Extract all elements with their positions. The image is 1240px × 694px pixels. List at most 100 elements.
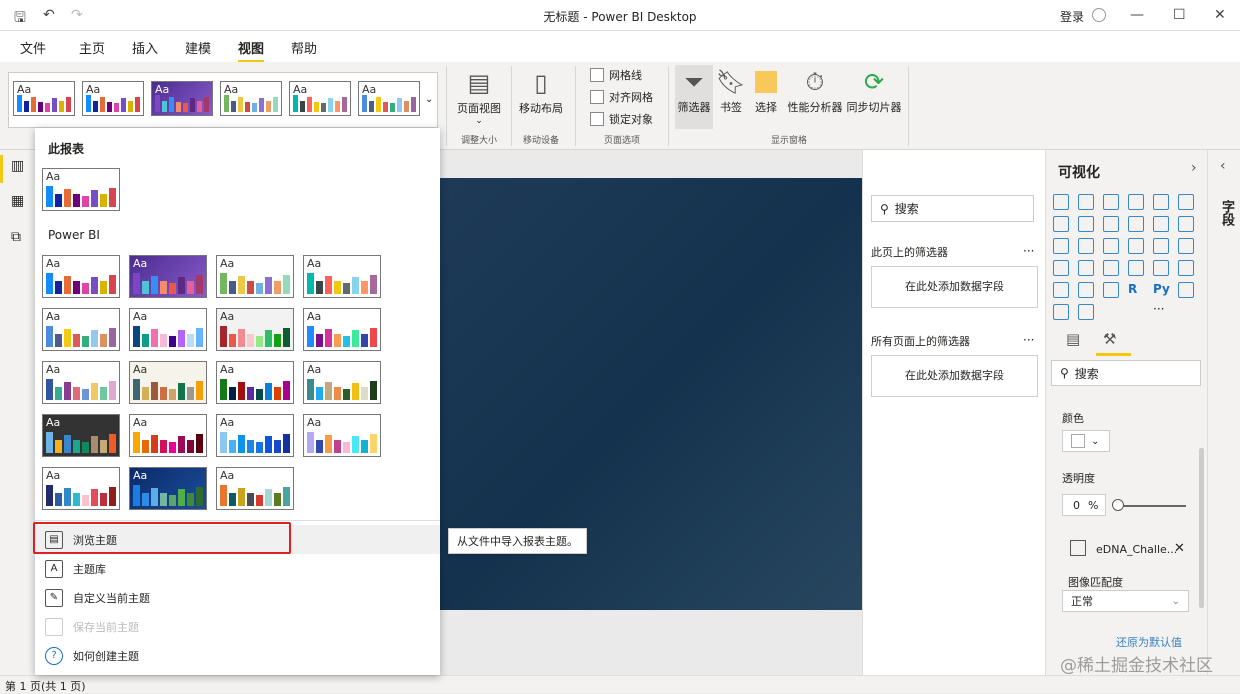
powerbi-theme[interactable]: Aa [216, 361, 294, 404]
sync-slicers-button[interactable]: ⟳ 同步切片器 [845, 65, 903, 115]
performance-analyzer-button[interactable]: ⏱ 性能分析器 [786, 65, 844, 115]
visual-type-icon[interactable] [1053, 238, 1069, 254]
report-view-icon[interactable]: ▥ [11, 158, 24, 174]
powerbi-theme[interactable]: Aa [42, 255, 120, 298]
visual-type-icon[interactable] [1153, 260, 1169, 276]
powerbi-theme[interactable]: Aa [42, 361, 120, 404]
current-report-theme[interactable]: Aa [42, 168, 120, 211]
powerbi-theme[interactable]: Aa [42, 467, 120, 510]
gallery-theme[interactable]: Aa [82, 81, 144, 116]
visual-type-icon[interactable] [1128, 238, 1144, 254]
scrollbar[interactable] [1199, 448, 1204, 608]
visual-type-icon[interactable] [1078, 216, 1094, 232]
gallery-theme[interactable]: Aa [358, 81, 420, 116]
visual-type-icon[interactable] [1128, 260, 1144, 276]
bookmarks-button[interactable]: 🔖︎ 书签 [716, 65, 746, 115]
visual-type-icon[interactable] [1153, 238, 1169, 254]
powerbi-theme[interactable]: Aa [216, 255, 294, 298]
powerbi-theme[interactable]: Aa [216, 414, 294, 457]
visual-type-icon[interactable] [1178, 282, 1194, 298]
theme-gallery[interactable]: Aa Aa Aa Aa Aa Aa [8, 72, 438, 128]
gallery-theme[interactable]: Aa [13, 81, 75, 116]
maximize-button[interactable]: ☐ [1173, 7, 1186, 23]
powerbi-theme[interactable]: Aa [129, 308, 207, 351]
more-visuals-icon[interactable]: ··· [1153, 302, 1164, 316]
close-button[interactable]: ✕ [1214, 7, 1226, 23]
customize-theme-item[interactable]: ✎ 自定义当前主题 [35, 583, 440, 612]
visual-type-icon[interactable] [1078, 282, 1094, 298]
visual-type-icon[interactable]: Py [1153, 282, 1170, 298]
visual-type-icon[interactable] [1103, 216, 1119, 232]
powerbi-theme[interactable]: Aa [129, 255, 207, 298]
visual-type-icon[interactable] [1078, 238, 1094, 254]
visual-type-icon[interactable] [1103, 238, 1119, 254]
visual-type-icon[interactable] [1103, 282, 1119, 298]
visual-type-icon[interactable]: R [1128, 282, 1144, 298]
visual-type-icon[interactable] [1153, 194, 1169, 210]
mobile-layout-button[interactable]: ▯ 移动布局 [515, 66, 567, 116]
drop-field-zone[interactable]: 在此处添加数据字段 [871, 266, 1038, 308]
tab-view[interactable]: 视图 [238, 38, 265, 63]
powerbi-theme[interactable]: Aa [129, 467, 207, 510]
visual-type-icon[interactable] [1053, 282, 1069, 298]
gallery-theme[interactable]: Aa [220, 81, 282, 116]
gallery-theme[interactable]: Aa [289, 81, 351, 116]
color-picker[interactable]: ⌄ [1062, 430, 1110, 452]
powerbi-theme[interactable]: Aa [303, 255, 381, 298]
format-paintroller-icon[interactable]: ⚒ [1103, 330, 1116, 348]
avatar[interactable] [1092, 8, 1106, 22]
minimize-button[interactable]: — [1130, 7, 1144, 23]
gallery-theme[interactable]: Aa [151, 81, 213, 116]
more-icon[interactable]: ··· [1023, 244, 1034, 258]
visual-type-icon[interactable] [1103, 260, 1119, 276]
tab-insert[interactable]: 插入 [132, 38, 158, 57]
login-button[interactable]: 登录 [1060, 8, 1084, 25]
visual-type-icon[interactable] [1053, 304, 1069, 320]
powerbi-theme[interactable]: Aa [129, 361, 207, 404]
tab-modeling[interactable]: 建模 [185, 38, 211, 57]
fields-pane-collapsed[interactable]: ‹ 字段 [1207, 150, 1240, 675]
visual-type-icon[interactable] [1153, 216, 1169, 232]
model-view-icon[interactable]: ⧉ [11, 229, 21, 245]
filters-pane-button[interactable]: ⏷ 筛选器 [675, 65, 713, 129]
visual-type-icon[interactable] [1078, 260, 1094, 276]
visual-type-icon[interactable] [1053, 216, 1069, 232]
visual-type-icon[interactable] [1128, 216, 1144, 232]
powerbi-theme[interactable]: Aa [303, 361, 381, 404]
transparency-input[interactable]: 0% [1062, 494, 1106, 516]
slider-thumb[interactable] [1112, 499, 1124, 511]
visual-type-icon[interactable] [1178, 216, 1194, 232]
tab-file[interactable]: 文件 [20, 38, 46, 57]
powerbi-theme[interactable]: Aa [216, 467, 294, 510]
tab-home[interactable]: 主页 [79, 38, 105, 57]
powerbi-theme[interactable]: Aa [303, 414, 381, 457]
selection-button[interactable]: 选择 [750, 65, 782, 115]
gridlines-checkbox[interactable]: 网格线 [590, 67, 642, 83]
fields-well-icon[interactable]: ▤ [1066, 330, 1080, 348]
visual-type-icon[interactable] [1178, 194, 1194, 210]
visual-type-icon[interactable] [1078, 304, 1094, 320]
powerbi-theme[interactable]: Aa [42, 308, 120, 351]
snap-grid-checkbox[interactable]: 对齐网格 [590, 89, 653, 105]
theme-gallery-item[interactable]: A 主题库 [35, 554, 440, 583]
how-to-create-theme-item[interactable]: ? 如何创建主题 [35, 641, 440, 670]
expand-chevron-icon[interactable]: ‹ [1220, 158, 1226, 174]
visual-type-icon[interactable] [1078, 194, 1094, 210]
powerbi-theme[interactable]: Aa [42, 414, 120, 457]
page-view-button[interactable]: ▤ 页面视图 ⌄ [452, 66, 506, 126]
remove-image-icon[interactable]: ✕ [1174, 541, 1185, 556]
powerbi-theme[interactable]: Aa [129, 414, 207, 457]
data-view-icon[interactable]: ▦ [11, 193, 24, 209]
gallery-expand-icon[interactable]: ⌄ [425, 94, 433, 105]
image-fit-dropdown[interactable]: 正常 ⌄ [1062, 590, 1189, 612]
format-search-input[interactable]: ⚲ 搜索 [1051, 360, 1201, 386]
visual-type-icon[interactable] [1178, 260, 1194, 276]
visual-type-icon[interactable] [1053, 260, 1069, 276]
drop-field-zone[interactable]: 在此处添加数据字段 [871, 355, 1038, 397]
transparency-slider[interactable] [1114, 505, 1186, 507]
tab-help[interactable]: 帮助 [291, 38, 317, 57]
visual-type-icon[interactable] [1128, 194, 1144, 210]
filter-search-input[interactable]: ⚲ 搜索 [871, 195, 1034, 222]
lock-objects-checkbox[interactable]: 锁定对象 [590, 111, 653, 127]
reset-default-link[interactable]: 还原为默认值 [1116, 634, 1182, 650]
